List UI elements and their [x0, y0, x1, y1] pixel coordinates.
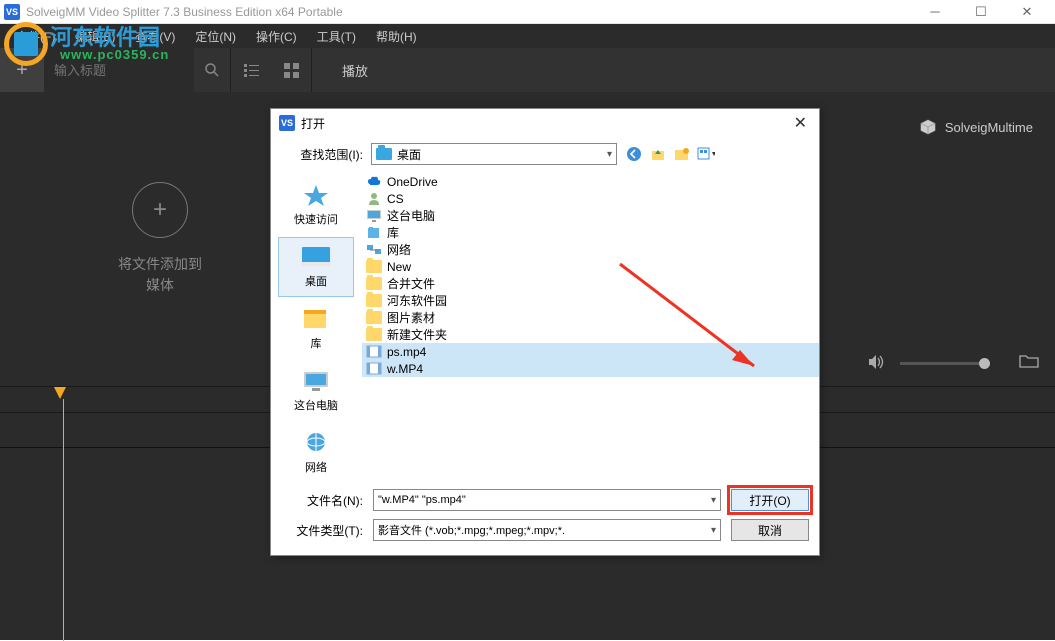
player-controls: [868, 353, 1039, 374]
menu-help[interactable]: 帮助(H): [366, 28, 427, 45]
toolbar: + 播放: [0, 48, 1055, 92]
grid-view-icon[interactable]: [271, 48, 311, 92]
file-item[interactable]: 网络: [362, 241, 819, 258]
dialog-titlebar: VS 打开 ✕: [271, 109, 819, 137]
minimize-button[interactable]: ─: [921, 2, 949, 22]
file-item[interactable]: OneDrive: [362, 173, 819, 190]
filename-label: 文件名(N):: [281, 492, 363, 509]
folder-icon: [366, 277, 382, 290]
filetype-combo[interactable]: 影音文件 (*.vob;*.mpg;*.mpeg;*.mpv;*.▾: [373, 519, 721, 541]
menu-edit[interactable]: 编辑(E): [65, 28, 125, 45]
file-name: ps.mp4: [387, 345, 426, 359]
dialog-close-button[interactable]: ✕: [790, 113, 811, 133]
menu-control[interactable]: 操作(C): [246, 28, 307, 45]
file-item[interactable]: 新建文件夹: [362, 326, 819, 343]
file-name: 网络: [387, 241, 411, 258]
volume-icon[interactable]: [868, 354, 886, 374]
file-name: 河东软件园: [387, 292, 447, 309]
lookin-combo[interactable]: 桌面 ▾: [371, 143, 617, 165]
menu-file[interactable]: 文件(F): [6, 28, 65, 45]
folder-icon: [366, 328, 382, 341]
play-tab[interactable]: 播放: [312, 48, 398, 92]
sidebar-quick-access[interactable]: 快速访问: [278, 175, 354, 235]
menu-navigate[interactable]: 定位(N): [185, 28, 246, 45]
folder-icon: [366, 260, 382, 273]
title-input[interactable]: [44, 48, 194, 92]
file-item[interactable]: 这台电脑: [362, 207, 819, 224]
sidebar-this-pc[interactable]: 这台电脑: [278, 361, 354, 421]
file-name: OneDrive: [387, 175, 438, 189]
sidebar-library[interactable]: 库: [278, 299, 354, 359]
add-media-text: 将文件添加到 媒体: [118, 254, 202, 296]
folder-icon: [366, 294, 382, 307]
window-title: SolveigMM Video Splitter 7.3 Business Ed…: [26, 5, 921, 19]
lib-icon: [366, 226, 382, 239]
file-item[interactable]: 合并文件: [362, 275, 819, 292]
add-button[interactable]: +: [0, 48, 44, 92]
dialog-body: 快速访问 桌面 库 这台电脑 网络 OneDriveCS这台电脑库网络New合并…: [271, 171, 819, 483]
user-icon: [366, 192, 382, 205]
file-item[interactable]: CS: [362, 190, 819, 207]
file-item[interactable]: 河东软件园: [362, 292, 819, 309]
sidebar-desktop[interactable]: 桌面: [278, 237, 354, 297]
net-icon: [366, 243, 382, 256]
brand-logo: SolveigMultime: [919, 118, 1033, 136]
volume-slider[interactable]: [900, 362, 990, 365]
video-icon: [366, 362, 382, 375]
dialog-icon: VS: [279, 115, 295, 131]
menu-view[interactable]: 查看(V): [125, 28, 185, 45]
menubar: 河东软件园 www.pc0359.cn 文件(F) 编辑(E) 查看(V) 定位…: [0, 24, 1055, 48]
cancel-button[interactable]: 取消: [731, 519, 809, 541]
chevron-down-icon: ▾: [601, 149, 612, 160]
open-button[interactable]: 打开(O): [731, 489, 809, 511]
view-menu-icon[interactable]: [697, 145, 715, 163]
list-view-icon[interactable]: [231, 48, 271, 92]
lookin-label: 查找范围(I):: [281, 146, 363, 163]
video-icon: [366, 345, 382, 358]
file-item[interactable]: 库: [362, 224, 819, 241]
file-item[interactable]: New: [362, 258, 819, 275]
file-name: 合并文件: [387, 275, 435, 292]
cloud-icon: [366, 175, 382, 188]
app-icon: VS: [4, 4, 20, 20]
file-name: w.MP4: [387, 362, 423, 376]
up-icon[interactable]: [649, 145, 667, 163]
desktop-icon: [376, 148, 392, 160]
file-item[interactable]: w.MP4: [362, 360, 819, 377]
file-name: New: [387, 260, 411, 274]
dialog-bottom: 文件名(N): "w.MP4" "ps.mp4"▾ 打开(O) 文件类型(T):…: [271, 483, 819, 555]
maximize-button[interactable]: ☐: [967, 2, 995, 22]
open-folder-icon[interactable]: [1019, 353, 1039, 374]
lookin-row: 查找范围(I): 桌面 ▾: [271, 137, 819, 171]
filename-input[interactable]: "w.MP4" "ps.mp4"▾: [373, 489, 721, 511]
dialog-title: 打开: [301, 115, 790, 132]
window-controls: ─ ☐ ✕: [921, 2, 1051, 22]
file-name: 新建文件夹: [387, 326, 447, 343]
playhead[interactable]: [60, 387, 66, 641]
open-dialog: VS 打开 ✕ 查找范围(I): 桌面 ▾ 快速访问 桌面: [270, 108, 820, 556]
sidebar-network[interactable]: 网络: [278, 423, 354, 483]
folder-icon: [366, 311, 382, 324]
file-item[interactable]: 图片素材: [362, 309, 819, 326]
new-folder-icon[interactable]: [673, 145, 691, 163]
file-name: 库: [387, 224, 399, 241]
file-name: 这台电脑: [387, 207, 435, 224]
titlebar: VS SolveigMM Video Splitter 7.3 Business…: [0, 0, 1055, 24]
close-button[interactable]: ✕: [1013, 2, 1041, 22]
file-list[interactable]: OneDrive CS这台电脑库网络 New合并文件河东软件园图片素材新建文件夹 ps…: [361, 171, 819, 483]
filetype-label: 文件类型(T):: [281, 522, 363, 539]
places-sidebar: 快速访问 桌面 库 这台电脑 网络: [271, 171, 361, 483]
file-name: CS: [387, 192, 404, 206]
add-media-button[interactable]: +: [132, 182, 188, 238]
back-icon[interactable]: [625, 145, 643, 163]
search-icon[interactable]: [194, 48, 230, 92]
file-name: 图片素材: [387, 309, 435, 326]
file-item[interactable]: ps.mp4: [362, 343, 819, 360]
menu-tools[interactable]: 工具(T): [307, 28, 366, 45]
pc-icon: [366, 209, 382, 222]
